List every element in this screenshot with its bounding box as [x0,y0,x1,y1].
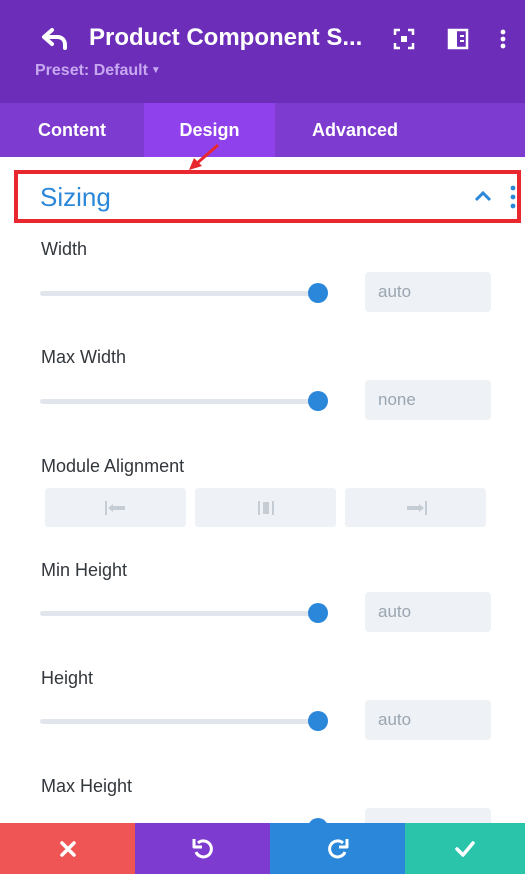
min-height-input[interactable]: auto [365,592,491,632]
height-label: Height [41,668,94,688]
min-height-slider-handle[interactable] [308,603,328,623]
annotation-arrow-icon [189,143,219,170]
max-width-input[interactable]: none [365,380,491,420]
align-center-button[interactable] [195,488,336,527]
module-title: Product Component S... [89,24,363,51]
max-width-label: Max Width [41,347,127,367]
height-slider[interactable] [40,711,328,731]
max-height-label: Max Height [41,776,133,796]
fullscreen-icon[interactable] [391,26,417,52]
undo-icon [192,838,213,858]
max-width-slider-handle[interactable] [308,391,328,411]
min-height-label: Min Height [41,560,128,580]
preset-label: Preset: Default [35,62,148,79]
max-width-slider[interactable] [40,391,328,411]
preset-dropdown[interactable]: Preset: Default ▼ [35,62,161,80]
width-slider[interactable] [40,283,328,303]
tab-advanced[interactable]: Advanced [275,103,435,157]
chevron-up-icon[interactable] [473,186,493,206]
redo-button[interactable] [270,823,405,874]
section-title: Sizing [40,182,111,212]
width-input[interactable]: auto [365,272,491,312]
modal-header: Product Component S... Preset: Default ▼ [0,0,525,103]
split-view-icon[interactable] [445,26,471,52]
width-label: Width [41,239,88,259]
tab-content[interactable]: Content [0,103,144,157]
section-options-icon[interactable] [508,184,518,210]
check-icon [455,840,475,857]
redo-icon [327,838,348,858]
more-options-icon[interactable] [490,26,516,52]
tab-bar: Content Design Advanced [0,103,525,157]
sizing-section-header[interactable]: Sizing [14,170,521,223]
module-alignment-label: Module Alignment [41,456,185,476]
align-left-icon [104,500,125,515]
action-bar [0,823,525,874]
min-height-slider[interactable] [40,603,328,623]
undo-button[interactable] [135,823,270,874]
width-slider-handle[interactable] [308,283,328,303]
discard-button[interactable] [0,823,135,874]
align-center-icon [257,500,274,515]
close-icon [59,840,76,857]
back-arrow-icon[interactable] [40,24,70,54]
height-input[interactable]: auto [365,700,491,740]
caret-down-icon: ▼ [150,65,161,76]
align-right-button[interactable] [345,488,486,527]
align-left-button[interactable] [45,488,186,527]
align-right-icon [406,500,427,515]
height-slider-handle[interactable] [308,711,328,731]
save-button[interactable] [405,823,525,874]
